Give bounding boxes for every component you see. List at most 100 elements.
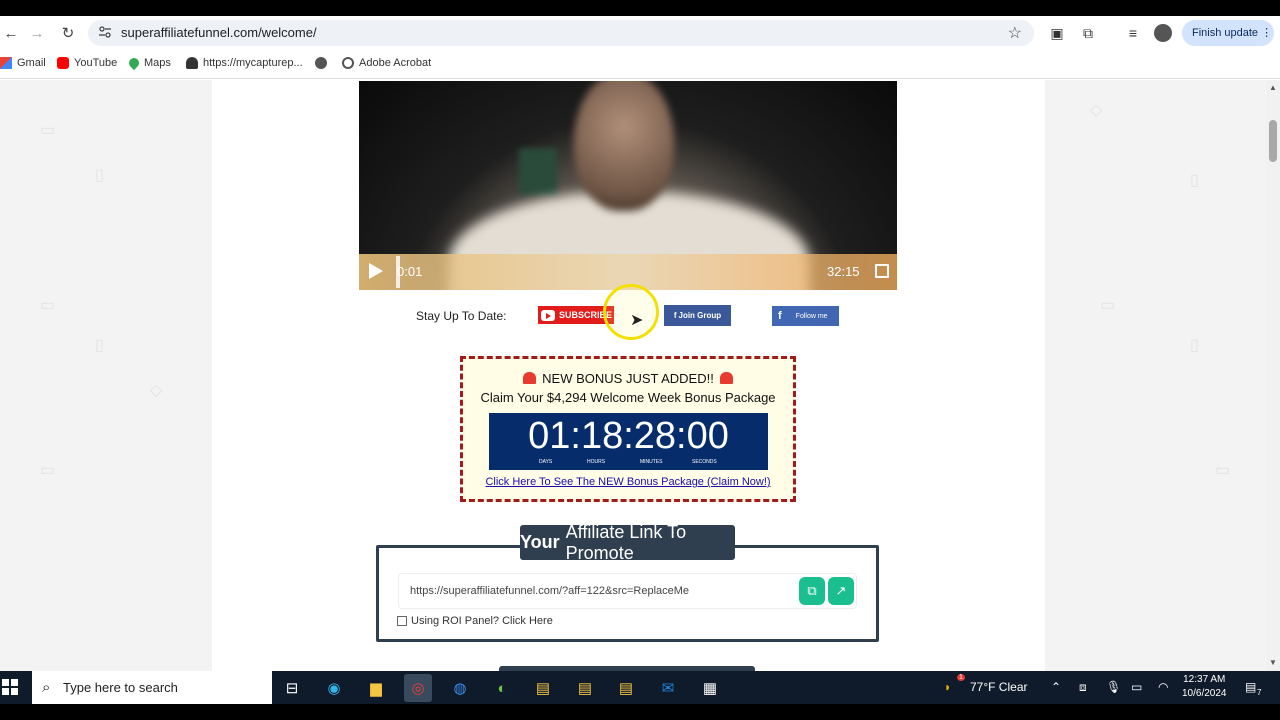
meet-now-icon[interactable]: ⧈ — [1079, 680, 1087, 695]
clock-date: 10/6/2024 — [1182, 688, 1227, 699]
chrome-icon[interactable]: ◎ — [404, 674, 432, 702]
roi-checkbox[interactable] — [397, 616, 407, 626]
bonus-panel: NEW BONUS JUST ADDED!! Claim Your $4,294… — [460, 356, 796, 502]
bookmark-youtube[interactable]: YouTube — [57, 57, 117, 69]
battery-icon[interactable]: ▭ — [1131, 680, 1142, 694]
bookmark-label: Gmail — [17, 57, 46, 69]
facebook-icon: f — [778, 310, 782, 322]
background-pattern-icon: ▭ — [40, 122, 56, 139]
background-pattern-icon: ◇ — [150, 382, 163, 399]
url-text[interactable]: superaffiliatefunnel.com/welcome/ — [121, 25, 317, 40]
mouse-cursor-icon: ➤ — [630, 312, 644, 329]
open-link-button[interactable]: ↗ — [828, 577, 854, 605]
bookmark-maps[interactable]: Maps — [126, 55, 171, 71]
tab-search-icon[interactable]: ▣ — [1046, 22, 1068, 44]
scroll-thumb[interactable] — [1269, 120, 1277, 162]
app-icon[interactable]: ▤ — [571, 674, 599, 702]
microphone-icon[interactable]: 🎙 — [1106, 680, 1121, 694]
app-icon[interactable]: ▤ — [612, 674, 640, 702]
background-pattern-icon: ▯ — [1190, 172, 1199, 189]
weather-badge: 1 — [957, 674, 965, 681]
notification-count: 7 — [1257, 688, 1262, 697]
site-settings-icon[interactable] — [98, 25, 112, 39]
extensions-icon[interactable]: ⧉ — [1077, 22, 1099, 44]
youtube-icon — [57, 57, 69, 69]
bookmark-adobe-acrobat[interactable]: Adobe Acrobat — [342, 57, 431, 69]
timer-label-hours: HOURS — [587, 459, 606, 465]
join-group-label: Join Group — [678, 311, 722, 320]
bookmark-label: Adobe Acrobat — [359, 57, 432, 69]
search-placeholder[interactable]: Type here to search — [63, 680, 178, 695]
countdown-timer: 01:18:28:00 DAYS HOURS MINUTES SECONDS — [489, 413, 768, 470]
wifi-icon[interactable]: ◠ — [1158, 680, 1168, 694]
roi-panel-option[interactable]: Using ROI Panel? Click Here — [397, 615, 553, 627]
scroll-down-icon[interactable]: ▼ — [1269, 658, 1277, 667]
scroll-up-icon[interactable]: ▲ — [1269, 83, 1277, 92]
back-button[interactable]: ← — [0, 22, 22, 44]
apps-grid-icon[interactable]: ▦ — [696, 674, 724, 702]
bonus-title-text: NEW BONUS JUST ADDED!! — [542, 371, 714, 386]
external-link-icon: ↗ — [835, 583, 847, 598]
bookmark-unnamed[interactable] — [315, 57, 327, 69]
affiliate-url-field[interactable]: https://superaffiliatefunnel.com/?aff=12… — [398, 573, 857, 609]
system-clock[interactable]: 12:37 AM 10/6/2024 — [1182, 673, 1227, 701]
windows-start-icon[interactable] — [2, 679, 18, 695]
join-group-button[interactable]: f Join Group — [664, 305, 731, 326]
video-background-sign — [519, 148, 557, 196]
weather-text[interactable]: 77°F Clear — [970, 680, 1028, 694]
background-pattern-icon: ▯ — [95, 337, 104, 354]
siren-icon — [522, 372, 536, 384]
finish-update-button[interactable]: Finish update ⋮ — [1182, 20, 1274, 46]
countdown-digits: 01:18:28:00 — [528, 415, 729, 457]
follow-me-label: Follow me — [795, 312, 828, 320]
browser-toolbar: ← → ↻ superaffiliatefunnel.com/welcome/ … — [0, 16, 1280, 49]
globe-icon — [315, 57, 327, 69]
reading-list-icon[interactable]: ≡ — [1122, 22, 1144, 44]
address-bar[interactable]: superaffiliatefunnel.com/welcome/ ☆ — [88, 20, 1034, 46]
app-icon[interactable]: ◐ — [488, 674, 516, 702]
bookmark-star-icon[interactable]: ☆ — [1008, 23, 1022, 43]
roi-label[interactable]: Using ROI Panel? Click Here — [411, 615, 553, 627]
copy-link-button[interactable]: ⧉ — [799, 577, 825, 605]
search-icon: ⌕ — [42, 679, 51, 696]
maps-icon — [126, 55, 142, 71]
background-pattern-icon: ▭ — [40, 462, 56, 479]
profile-avatar[interactable] — [1154, 24, 1172, 42]
background-pattern-icon: ▭ — [40, 297, 56, 314]
affiliate-url-text[interactable]: https://superaffiliatefunnel.com/?aff=12… — [410, 585, 689, 597]
page-scrollbar[interactable]: ▲ ▼ — [1266, 80, 1280, 671]
notification-icon[interactable]: ▤ — [1245, 680, 1256, 694]
bookmark-gmail[interactable]: Gmail — [0, 57, 46, 69]
app-icon[interactable]: ▤ — [529, 674, 557, 702]
background-pattern-icon: ▭ — [1215, 462, 1231, 479]
task-view-icon[interactable]: ⊟ — [278, 674, 306, 702]
video-duration: 32:15 — [827, 264, 860, 279]
video-person-head — [574, 81, 674, 211]
edge-icon[interactable]: ◉ — [320, 674, 348, 702]
video-player[interactable]: 0:01 32:15 — [359, 81, 897, 290]
weather-icon[interactable]: ◗ — [944, 680, 951, 694]
reload-button[interactable]: ↻ — [57, 22, 79, 44]
background-pattern-icon: ▯ — [1190, 337, 1199, 354]
file-explorer-icon[interactable]: ▆ — [362, 674, 390, 702]
taskbar-search-box[interactable]: ⌕ Type here to search — [32, 671, 272, 704]
screen-bottom-bar — [0, 704, 1280, 720]
forward-button[interactable]: → — [26, 22, 48, 44]
stay-up-to-date-label: Stay Up To Date: — [416, 309, 507, 323]
follow-me-button[interactable]: f Follow me — [772, 306, 839, 326]
hidden-icons-chevron-icon[interactable]: ⌃ — [1051, 680, 1061, 694]
app-icon[interactable]: ◍ — [446, 674, 474, 702]
bonus-package-link[interactable]: Click Here To See The NEW Bonus Package … — [463, 476, 793, 488]
windows-taskbar: ⌕ Type here to search ⊟ ◉ ▆ ◎ ◍ ◐ ▤ ▤ ▤ … — [0, 671, 1280, 704]
video-current-time: 0:01 — [397, 264, 423, 279]
play-icon[interactable] — [369, 263, 383, 279]
youtube-icon — [541, 309, 555, 321]
fullscreen-icon[interactable] — [875, 264, 889, 278]
bookmark-mycapture[interactable]: https://mycapturep... — [186, 57, 303, 69]
background-pattern-icon: ▭ — [1100, 297, 1116, 314]
bookmark-label: Maps — [144, 57, 171, 69]
timer-label-days: DAYS — [539, 459, 553, 465]
affiliate-link-heading: Your Affiliate Link To Promote — [520, 522, 735, 563]
facebook-icon: f — [673, 311, 677, 320]
outlook-icon[interactable]: ✉ — [654, 674, 682, 702]
